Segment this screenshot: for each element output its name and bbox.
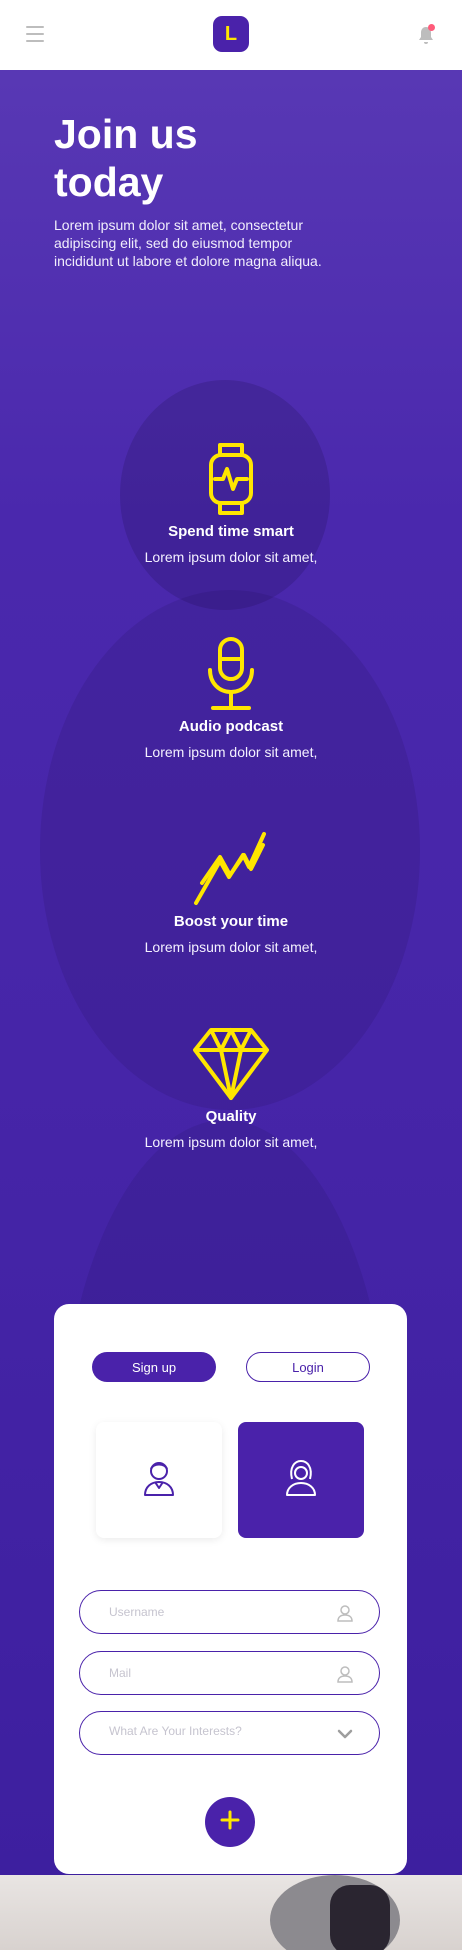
intro-text: Lorem ipsum dolor sit amet, consectetur … [54,217,322,269]
female-avatar-icon [284,1459,318,1502]
feature-item: Spend time smart Lorem ipsum dolor sit a… [110,436,352,566]
feature-text: Lorem ipsum dolor sit amet, [144,744,318,760]
male-gender-option[interactable] [96,1422,222,1538]
male-avatar-icon [142,1459,176,1502]
chevron-down-icon [335,1724,355,1744]
feature-title: Boost your time [173,913,289,930]
microphone-icon [110,631,352,717]
mail-input[interactable] [109,1663,309,1683]
user-icon [335,1603,355,1623]
feature-item: Quality Lorem ipsum dolor sit amet, [110,1021,352,1151]
signup-card: Sign up Login Username Mail What Are You… [54,1304,407,1874]
feature-text: Lorem ipsum dolor sit amet, [144,1134,318,1150]
diamond-icon [110,1021,352,1107]
feature-text: Lorem ipsum dolor sit amet, [144,549,318,565]
plus-icon [220,1810,240,1835]
submit-plus-button[interactable] [205,1797,255,1847]
feature-title: Audio podcast [178,718,284,735]
bottom-photo [0,1875,462,1950]
mail-field[interactable] [79,1651,380,1695]
feature-item: Audio podcast Lorem ipsum dolor sit amet… [110,631,352,761]
notification-bell-icon[interactable] [416,24,436,46]
female-gender-option[interactable] [238,1422,364,1538]
signup-tab-button[interactable]: Sign up [92,1352,216,1382]
user-icon [335,1664,355,1684]
page-title: Join us today [54,111,198,205]
feature-text: Lorem ipsum dolor sit amet, [144,939,318,955]
interests-select-value: What Are Your Interests? [109,1724,242,1738]
interests-select[interactable]: What Are Your Interests? [79,1711,380,1755]
logo[interactable]: L [213,16,249,52]
top-bar: L [0,0,462,70]
feature-item: Boost your time Lorem ipsum dolor sit am… [110,826,352,956]
zigzag-icon [110,826,352,912]
feature-title: Quality [205,1108,257,1125]
notification-badge [428,24,435,31]
username-input[interactable] [109,1602,309,1622]
photo-shape [330,1885,390,1950]
smartwatch-icon [110,436,352,522]
username-field[interactable] [79,1590,380,1634]
feature-title: Spend time smart [168,523,294,540]
login-tab-button[interactable]: Login [246,1352,370,1382]
menu-icon[interactable] [26,26,44,42]
